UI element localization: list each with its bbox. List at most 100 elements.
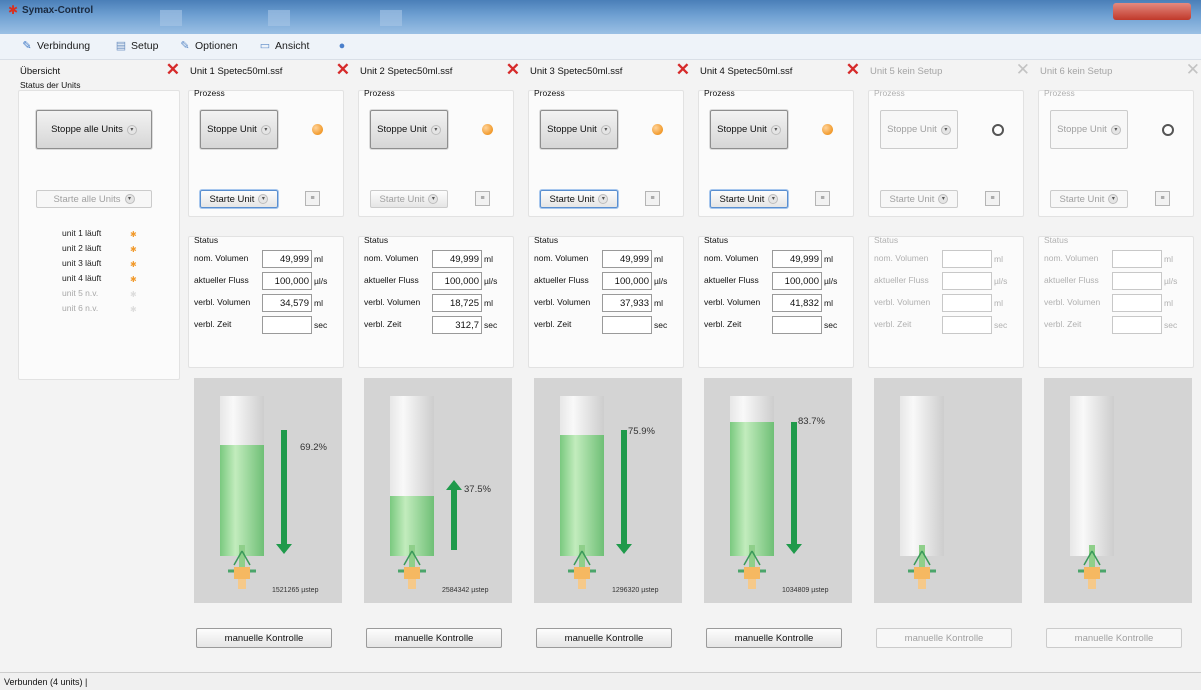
unit-label: ml bbox=[994, 254, 1003, 264]
field-label: verbl. Zeit bbox=[364, 319, 402, 329]
stop-unit-button[interactable]: Stoppe Unit ▾ bbox=[880, 110, 958, 149]
unit-label: ml bbox=[994, 298, 1003, 308]
field-label: nom. Volumen bbox=[194, 253, 249, 263]
stop-unit-button[interactable]: Stoppe Unit ▾ bbox=[540, 110, 618, 149]
menu-verbindung[interactable]: ✎ Verbindung bbox=[20, 40, 90, 52]
menu-verbindung-label: Verbindung bbox=[37, 40, 91, 52]
menu-ansicht[interactable]: ▭ Ansicht bbox=[258, 40, 310, 52]
stop-all-button[interactable]: Stoppe alle Units ▾ bbox=[36, 110, 152, 149]
start-unit-label: Starte Unit bbox=[1059, 193, 1105, 205]
status-bar: Verbunden (4 units) | bbox=[0, 672, 1201, 690]
close-icon[interactable]: ✕ bbox=[336, 61, 350, 79]
fill-percent: 37.5% bbox=[464, 484, 491, 495]
menu-help[interactable]: ● bbox=[335, 40, 349, 52]
unit-label: µl/s bbox=[824, 276, 838, 286]
unit-status-label: unit 4 läuft bbox=[62, 273, 102, 283]
syringe-fill bbox=[220, 445, 264, 556]
value-field: 49,999 bbox=[432, 250, 482, 268]
value-field: 100,000 bbox=[432, 272, 482, 290]
unit-label: sec bbox=[484, 320, 498, 330]
syringe-fill bbox=[730, 422, 774, 556]
menu-bar: ✎ Verbindung ▤ Setup ✎ Optionen ▭ Ansicht ● bbox=[0, 34, 1201, 60]
reset-button[interactable]: ≡ bbox=[985, 191, 1000, 206]
fill-percent: 75.9% bbox=[628, 426, 655, 437]
start-unit-button[interactable]: Starte Unit ▾ bbox=[370, 190, 448, 208]
field-label: verbl. Volumen bbox=[1044, 297, 1101, 307]
field-label: aktueller Fluss bbox=[1044, 275, 1099, 285]
field-label: verbl. Zeit bbox=[534, 319, 572, 329]
manual-control-button[interactable]: manuelle Kontrolle bbox=[196, 628, 332, 648]
field-label: nom. Volumen bbox=[364, 253, 419, 263]
manual-control-button[interactable]: manuelle Kontrolle bbox=[366, 628, 502, 648]
syringe-barrel bbox=[1070, 396, 1114, 556]
value-field bbox=[1112, 294, 1162, 312]
flow-direction-down-icon bbox=[786, 422, 802, 554]
unit-label: ml bbox=[654, 254, 663, 264]
unit-label: sec bbox=[654, 320, 668, 330]
manual-control-button[interactable]: manuelle Kontrolle bbox=[536, 628, 672, 648]
syringe-valve-icon bbox=[1074, 545, 1110, 591]
field-label: verbl. Volumen bbox=[874, 297, 931, 307]
fill-percent: 69.2% bbox=[300, 442, 327, 453]
reset-button[interactable]: ≡ bbox=[645, 191, 660, 206]
reset-button[interactable]: ≡ bbox=[1155, 191, 1170, 206]
reset-button[interactable]: ≡ bbox=[475, 191, 490, 206]
unit-label: ml bbox=[654, 298, 663, 308]
flow-direction-down-icon bbox=[276, 430, 292, 554]
close-icon[interactable]: ✕ bbox=[166, 61, 180, 79]
dropdown-arrow-icon: ▾ bbox=[1108, 194, 1119, 204]
close-icon[interactable]: ✕ bbox=[676, 61, 690, 79]
unit-label: ml bbox=[314, 298, 323, 308]
value-field: 18,725 bbox=[432, 294, 482, 312]
manual-control-button[interactable]: manuelle Kontrolle bbox=[706, 628, 842, 648]
syringe-valve-icon bbox=[904, 545, 940, 591]
menu-optionen[interactable]: ✎ Optionen bbox=[178, 40, 237, 52]
stop-unit-label: Stoppe Unit bbox=[207, 124, 257, 135]
start-unit-button[interactable]: Starte Unit ▾ bbox=[540, 190, 618, 208]
syringe-barrel bbox=[390, 396, 434, 556]
unit-status-label: unit 3 läuft bbox=[62, 258, 102, 268]
window-controls[interactable] bbox=[1113, 3, 1191, 20]
step-count: 2584342 µstep bbox=[442, 587, 489, 594]
syringe-fill bbox=[560, 435, 604, 556]
help-icon: ● bbox=[338, 40, 346, 52]
start-unit-button[interactable]: Starte Unit ▾ bbox=[710, 190, 788, 208]
stop-unit-button[interactable]: Stoppe Unit ▾ bbox=[200, 110, 278, 149]
start-all-button[interactable]: Starte alle Units ▾ bbox=[36, 190, 152, 208]
status-label: Status bbox=[1044, 235, 1069, 245]
status-label: Status bbox=[874, 235, 899, 245]
field-label: aktueller Fluss bbox=[364, 275, 419, 285]
reset-button[interactable]: ≡ bbox=[305, 191, 320, 206]
unit-label: ml bbox=[484, 298, 493, 308]
stop-unit-button[interactable]: Stoppe Unit ▾ bbox=[370, 110, 448, 149]
syringe-visual bbox=[534, 378, 682, 603]
reset-button[interactable]: ≡ bbox=[815, 191, 830, 206]
dropdown-arrow-icon: ▾ bbox=[1110, 124, 1121, 135]
process-label: Prozess bbox=[534, 88, 565, 98]
unit-label: ml bbox=[314, 254, 323, 264]
value-field: 100,000 bbox=[602, 272, 652, 290]
unit-panel: Unit 5 kein Setup ✕ Prozess Stoppe Unit ▾ Sta… bbox=[866, 60, 1032, 662]
close-icon[interactable]: ✕ bbox=[506, 61, 520, 79]
manual-control-button[interactable]: manuelle Kontrolle bbox=[1046, 628, 1182, 648]
stop-unit-button[interactable]: Stoppe Unit ▾ bbox=[1050, 110, 1128, 149]
unit-label: ml bbox=[1164, 254, 1173, 264]
field-label: aktueller Fluss bbox=[874, 275, 929, 285]
dropdown-arrow-icon: ▾ bbox=[768, 194, 779, 204]
start-unit-button[interactable]: Starte Unit ▾ bbox=[880, 190, 958, 208]
syringe-visual bbox=[704, 378, 852, 603]
stop-unit-button[interactable]: Stoppe Unit ▾ bbox=[710, 110, 788, 149]
window-icon: ▭ bbox=[259, 40, 271, 52]
close-icon[interactable]: ✕ bbox=[1186, 61, 1200, 79]
close-icon[interactable]: ✕ bbox=[846, 61, 860, 79]
titlebar-glare bbox=[268, 10, 290, 26]
start-unit-button[interactable]: Starte Unit ▾ bbox=[1050, 190, 1128, 208]
value-field bbox=[1112, 272, 1162, 290]
manual-control-button[interactable]: manuelle Kontrolle bbox=[876, 628, 1012, 648]
title-bar: ✱ Symax-Control bbox=[0, 0, 1201, 34]
close-icon[interactable]: ✕ bbox=[1016, 61, 1030, 79]
unit-status-indicator-icon: ✱ bbox=[130, 290, 137, 299]
start-unit-button[interactable]: Starte Unit ▾ bbox=[200, 190, 278, 208]
unit-panel: Unit 3 Spetec50ml.ssf ✕ Prozess Stoppe Unit… bbox=[526, 60, 692, 662]
menu-setup[interactable]: ▤ Setup bbox=[114, 40, 159, 52]
